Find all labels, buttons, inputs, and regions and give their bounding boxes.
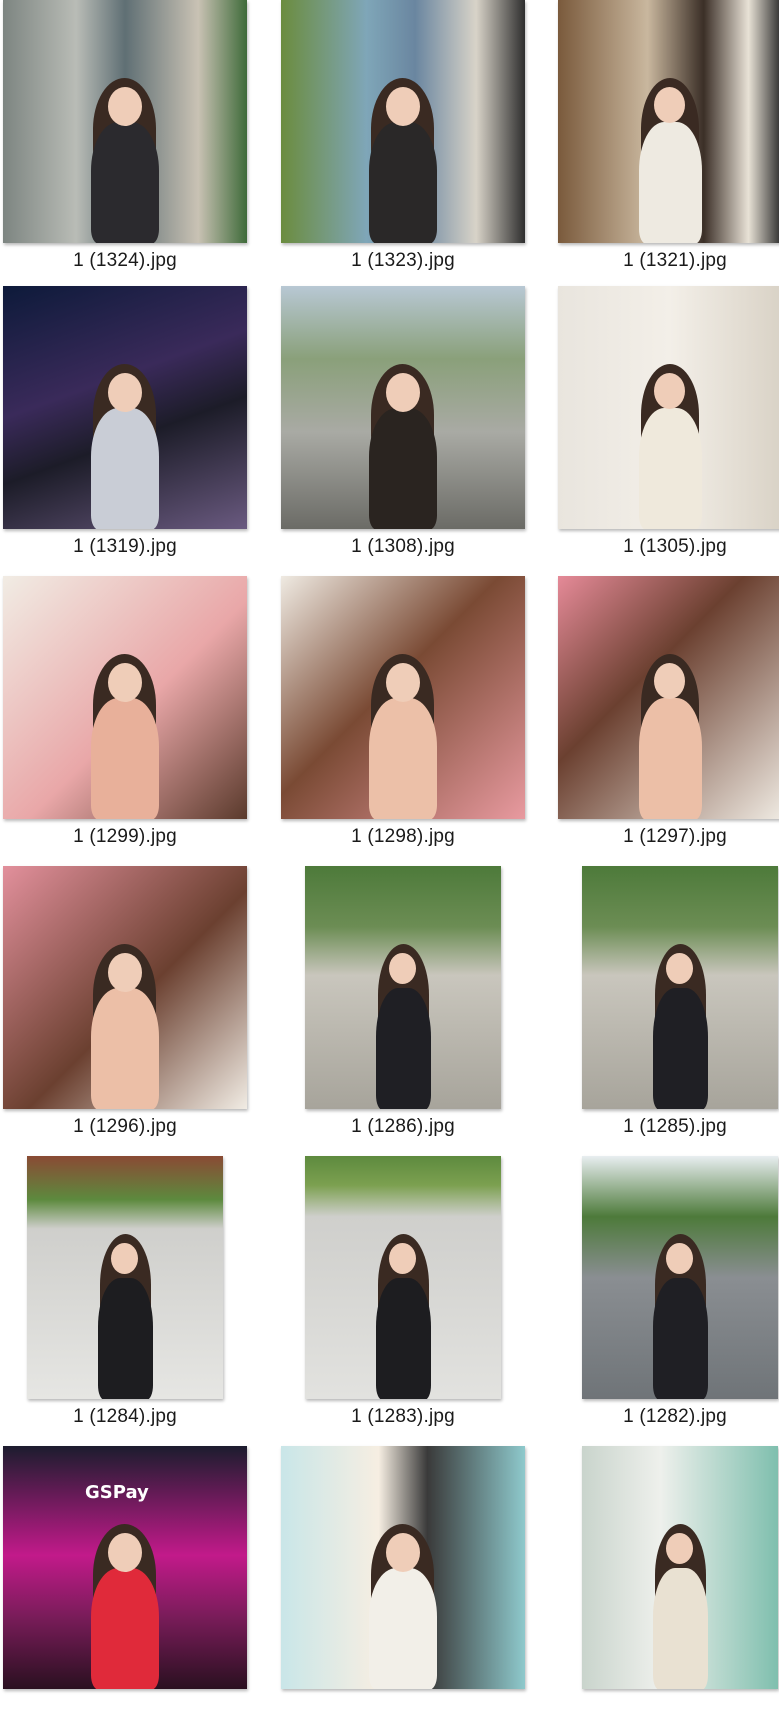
file-tile[interactable]: 1 (1286).jpg [278, 866, 538, 1144]
file-tile[interactable]: 1 (1319).jpg [0, 286, 260, 564]
photo-subject-face [666, 1533, 693, 1564]
file-name: 1 (1296).jpg [73, 1116, 177, 1137]
image-thumbnail[interactable] [281, 576, 525, 819]
file-name: 1 (1285).jpg [623, 1116, 727, 1137]
file-tile[interactable]: GSPay [0, 1446, 260, 1724]
image-thumbnail[interactable] [3, 286, 247, 529]
photo-subject-face [654, 663, 685, 699]
photo-subject-face [108, 373, 142, 412]
photo-subject [376, 1278, 431, 1399]
file-name: 1 (1297).jpg [623, 826, 727, 847]
photo-subject-face [386, 1533, 420, 1572]
image-thumbnail[interactable] [3, 576, 247, 819]
file-tile[interactable]: 1 (1299).jpg [0, 576, 260, 854]
file-name: 1 (1319).jpg [73, 536, 177, 557]
image-thumbnail[interactable] [3, 866, 247, 1109]
file-explorer-grid: 1 (1324).jpg 1 (1323).jpg 1 (1321).jpg 1… [0, 0, 779, 1689]
photo-subject [639, 698, 702, 819]
image-thumbnail[interactable] [281, 0, 525, 243]
file-tile[interactable]: 1 (1308).jpg [278, 286, 538, 564]
file-tile[interactable]: 1 (1305).jpg [555, 286, 779, 564]
file-tile[interactable] [278, 1446, 538, 1724]
photo-subject [91, 988, 159, 1109]
image-thumbnail[interactable] [582, 1446, 778, 1689]
photo-subject [639, 408, 702, 529]
photo-subject [91, 698, 159, 819]
photo-subject-face [108, 663, 142, 702]
file-tile[interactable]: 1 (1284).jpg [0, 1156, 260, 1434]
photo-subject-face [386, 663, 420, 702]
image-thumbnail[interactable] [305, 1156, 501, 1399]
photo-subject-face [108, 1533, 142, 1572]
photo-subject-face [654, 87, 685, 123]
photo-subject [369, 1568, 437, 1689]
file-name: 1 (1321).jpg [623, 250, 727, 271]
photo-subject-face [654, 373, 685, 409]
image-thumbnail[interactable] [582, 1156, 778, 1399]
file-tile[interactable]: 1 (1285).jpg [555, 866, 779, 1144]
file-tile[interactable]: 1 (1283).jpg [278, 1156, 538, 1434]
photo-subject [376, 988, 431, 1109]
image-thumbnail[interactable] [558, 576, 779, 819]
photo-subject [639, 122, 702, 243]
photo-subject-face [666, 1243, 693, 1274]
photo-subject [653, 1278, 708, 1399]
file-tile[interactable]: 1 (1323).jpg [278, 0, 538, 278]
photo-subject-face [108, 87, 142, 126]
file-tile[interactable]: 1 (1324).jpg [0, 0, 260, 278]
image-thumbnail[interactable] [582, 866, 778, 1109]
file-name: 1 (1299).jpg [73, 826, 177, 847]
photo-subject [369, 698, 437, 819]
file-tile[interactable]: 1 (1297).jpg [555, 576, 779, 854]
photo-subject-face [389, 953, 416, 984]
photo-subject-face [386, 87, 420, 126]
image-thumbnail[interactable] [558, 0, 779, 243]
file-name: 1 (1308).jpg [351, 536, 455, 557]
image-thumbnail[interactable]: GSPay [3, 1446, 247, 1689]
photo-subject [91, 122, 159, 243]
image-thumbnail[interactable] [281, 1446, 525, 1689]
photo-subject-face [666, 953, 693, 984]
file-name: 1 (1282).jpg [623, 1406, 727, 1427]
photo-subject-face [389, 1243, 416, 1274]
photo-subject [653, 1568, 708, 1689]
file-name: 1 (1284).jpg [73, 1406, 177, 1427]
photo-subject [91, 408, 159, 529]
file-name: 1 (1323).jpg [351, 250, 455, 271]
image-thumbnail[interactable] [27, 1156, 223, 1399]
photo-subject [653, 988, 708, 1109]
file-tile[interactable]: 1 (1298).jpg [278, 576, 538, 854]
file-name: 1 (1305).jpg [623, 536, 727, 557]
photo-subject [369, 122, 437, 243]
file-name: 1 (1298).jpg [351, 826, 455, 847]
photo-subject-face [108, 953, 142, 992]
file-name: 1 (1283).jpg [351, 1406, 455, 1427]
gspay-sign-text: GSPay [85, 1482, 149, 1503]
photo-subject [91, 1568, 159, 1689]
image-thumbnail[interactable] [558, 286, 779, 529]
image-thumbnail[interactable] [3, 0, 247, 243]
file-tile[interactable]: 1 (1321).jpg [555, 0, 779, 278]
photo-subject-face [386, 373, 420, 412]
photo-subject-face [111, 1243, 138, 1274]
file-name: 1 (1324).jpg [73, 250, 177, 271]
image-thumbnail[interactable] [281, 286, 525, 529]
photo-subject [369, 408, 437, 529]
file-tile[interactable]: 1 (1296).jpg [0, 866, 260, 1144]
photo-subject [98, 1278, 153, 1399]
file-tile[interactable]: 1 (1282).jpg [555, 1156, 779, 1434]
file-tile[interactable] [555, 1446, 779, 1724]
file-name: 1 (1286).jpg [351, 1116, 455, 1137]
image-thumbnail[interactable] [305, 866, 501, 1109]
